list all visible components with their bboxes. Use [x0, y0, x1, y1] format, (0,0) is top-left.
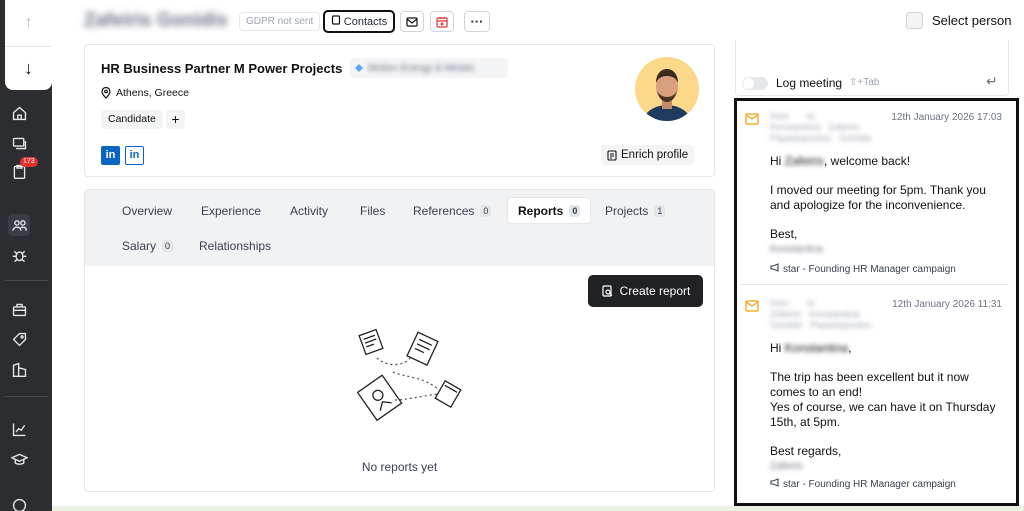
briefcase-icon[interactable] — [8, 298, 30, 320]
gdpr-status-badge: GDPR not sent — [239, 12, 321, 31]
tab-experience[interactable]: Experience — [193, 198, 269, 224]
campaign-label: star - Founding HR Manager campaign — [770, 263, 956, 275]
reports-section: Overview Experience Activity Files Refer… — [84, 189, 715, 492]
bug-icon[interactable] — [8, 244, 30, 266]
mail-icon — [406, 16, 418, 27]
profile-card: HR Business Partner M Power Projects Mot… — [84, 44, 715, 177]
message-participants: from to Konstantina Zafeiris Papadopoulo… — [770, 111, 872, 144]
document-icon — [607, 149, 617, 161]
empty-state-text: No reports yet — [361, 460, 438, 474]
references-count: 0 — [480, 205, 492, 217]
people-icon[interactable] — [8, 214, 30, 236]
company-chip[interactable]: Motion Energy & Metals — [350, 58, 508, 78]
report-search-icon — [602, 284, 613, 297]
select-person-checkbox[interactable] — [906, 12, 923, 29]
message-date: 12th January 2026 17:03 — [891, 112, 1002, 123]
ellipsis-icon: ··· — [470, 13, 484, 29]
linkedin-recruiter-icon[interactable]: in — [125, 146, 144, 165]
contact-card-icon — [331, 15, 341, 28]
avatar — [635, 57, 699, 121]
job-title: HR Business Partner M Power Projects — [101, 61, 343, 76]
company-link-icon — [355, 64, 363, 72]
arrow-down-icon[interactable]: ↓ — [5, 46, 52, 90]
linkedin-mail-icon — [745, 113, 759, 125]
email-button[interactable] — [400, 11, 424, 32]
arrow-up-icon[interactable]: ↑ — [5, 0, 52, 44]
calendar-icon — [436, 16, 448, 28]
contacts-label: Contacts — [343, 15, 388, 28]
more-options-button[interactable]: ··· — [464, 11, 490, 32]
home-icon[interactable] — [8, 102, 30, 124]
candidate-tag: Candidate — [101, 110, 163, 129]
linkedin-icon[interactable]: in — [101, 146, 120, 165]
enter-icon[interactable]: ↵ — [986, 73, 998, 90]
message-item[interactable]: from to Konstantina Zafeiris Papadopoulo… — [737, 101, 1016, 289]
message-body: Hi Konstantina, The trip has been excell… — [770, 341, 996, 472]
tab-bar: Overview Experience Activity Files Refer… — [85, 190, 714, 266]
create-report-label: Create report — [619, 284, 691, 298]
select-person-label: Select person — [932, 13, 1012, 28]
chart-icon[interactable] — [8, 418, 30, 440]
message-item[interactable]: from to Zafeiris Konstantina Gonidis Pap… — [737, 288, 1016, 508]
contacts-button[interactable]: Contacts — [323, 10, 395, 33]
enrich-profile-label: Enrich profile — [621, 149, 689, 161]
schedule-button[interactable] — [430, 11, 454, 32]
tab-activity[interactable]: Activity — [282, 198, 336, 224]
megaphone-icon — [770, 263, 780, 275]
help-icon[interactable] — [8, 494, 30, 511]
left-nav-rail: ↑ ↓ 173 — [0, 0, 52, 511]
building-icon[interactable] — [8, 358, 30, 380]
messages-panel: from to Konstantina Zafeiris Papadopoulo… — [734, 98, 1019, 506]
message-participants: from to Zafeiris Konstantina Gonidis Pap… — [770, 298, 872, 331]
campaign-label: star - Founding HR Manager campaign — [770, 478, 956, 490]
log-meeting-shortcut: ⇧+Tab — [849, 77, 880, 88]
megaphone-icon — [770, 478, 780, 490]
tab-relationships[interactable]: Relationships — [191, 233, 279, 259]
create-report-button[interactable]: Create report — [588, 275, 703, 307]
location-pin-icon — [101, 87, 111, 99]
tab-salary[interactable]: Salary 0 — [114, 233, 181, 259]
bottom-strip — [52, 506, 1024, 511]
log-meeting-toggle[interactable] — [742, 77, 768, 90]
message-date: 12th January 2026 11:31 — [892, 299, 1002, 310]
tab-references[interactable]: References 0 — [405, 198, 499, 224]
tab-overview[interactable]: Overview — [114, 198, 180, 224]
salary-count: 0 — [162, 240, 174, 252]
location-text: Athens, Greece — [116, 87, 189, 99]
empty-reports-illustration — [353, 328, 463, 428]
log-meeting-label: Log meeting — [776, 76, 843, 90]
company-name: Motion Energy & Metals — [368, 62, 475, 74]
reports-count: 0 — [569, 204, 581, 217]
log-meeting-composer: Log meeting ⇧+Tab ↵ — [735, 40, 1009, 96]
person-name: Zafeiris Gonidis — [84, 10, 228, 31]
tab-reports[interactable]: Reports 0 — [507, 197, 592, 224]
linkedin-mail-icon — [745, 300, 759, 312]
tab-projects[interactable]: Projects 1 — [597, 198, 673, 224]
messages-icon[interactable] — [8, 132, 30, 154]
select-person[interactable]: Select person — [906, 12, 1012, 29]
location: Athens, Greece — [101, 87, 189, 99]
tag-icon[interactable] — [8, 328, 30, 350]
record-navigation: ↑ ↓ — [5, 0, 52, 90]
message-body: Hi Zafeiris, welcome back! I moved our m… — [770, 154, 986, 255]
notification-badge: 173 — [20, 157, 38, 167]
enrich-profile-button[interactable]: Enrich profile — [601, 145, 695, 165]
tab-files[interactable]: Files — [352, 198, 393, 224]
add-tag-button[interactable]: + — [166, 110, 185, 129]
graduation-icon[interactable] — [8, 448, 30, 470]
projects-count: 1 — [654, 205, 666, 217]
